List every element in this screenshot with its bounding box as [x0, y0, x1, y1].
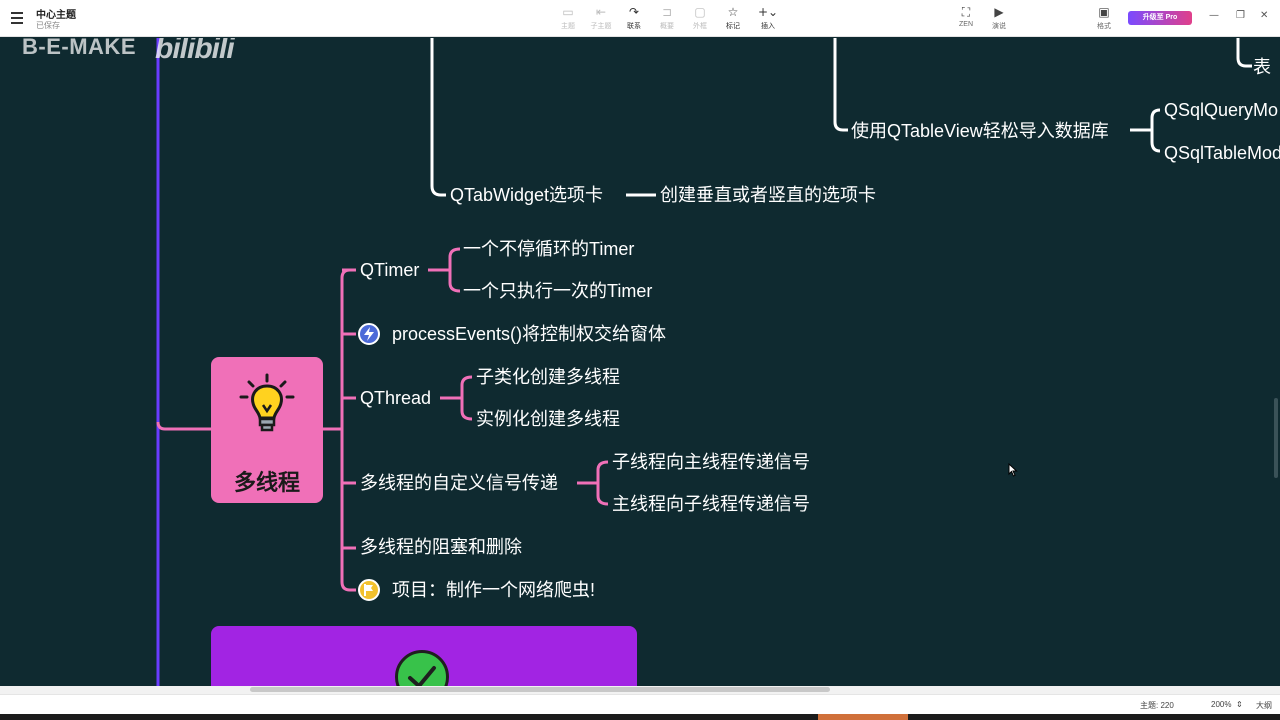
flag-icon [358, 579, 380, 601]
uploader-watermark: B-E-MAKE [22, 38, 136, 59]
node-block-delete[interactable]: 多线程的阻塞和删除 [360, 536, 522, 558]
minimize-icon[interactable]: — [1209, 10, 1219, 21]
toolbar: 中心主题 已保存 ▭ 主题 ⇤ 子主题 ↷ 联系 ⊐ 概要 ▢ 外框 ☆ 标记 … [0, 0, 1280, 37]
present-button[interactable]: ▶ 演说 [979, 5, 1019, 31]
bilibili-logo: bilibili [155, 38, 235, 65]
node-signal-main-to-child[interactable]: 主线程向子线程传递信号 [612, 493, 810, 515]
save-status: 已保存 [36, 21, 60, 30]
vertical-scrollbar[interactable] [1274, 398, 1278, 478]
node-tab-widget-desc[interactable]: 创建垂直或者竖直的选项卡 [660, 184, 876, 206]
present-icon: ▶ [994, 5, 1004, 19]
node-qtimer-once[interactable]: 一个只执行一次的Timer [463, 280, 652, 302]
node-signal-child-to-main[interactable]: 子线程向主线程传递信号 [612, 451, 810, 473]
zoom-level[interactable]: 200% [1211, 700, 1231, 709]
node-qtimer-loop[interactable]: 一个不停循环的Timer [463, 238, 634, 260]
node-qtimer[interactable]: QTimer [360, 259, 419, 281]
star-icon: ☆ [727, 5, 739, 19]
taskbar-active-app[interactable] [818, 714, 908, 720]
node-project-crawler[interactable]: 项目：制作一个网络爬虫! [392, 579, 595, 601]
format-panel-button[interactable]: ▣ 格式 [1084, 5, 1124, 31]
tool-insert-button[interactable]: +⌄ 插入 [748, 5, 788, 31]
menu-icon[interactable] [8, 9, 26, 27]
node-sql-table-model[interactable]: QSqlTableMod [1164, 142, 1280, 164]
tool-marker-button[interactable]: ☆ 标记 [713, 5, 753, 31]
node-custom-signal[interactable]: 多线程的自定义信号传递 [360, 472, 558, 494]
central-topic-title: 多线程 [233, 470, 300, 495]
restore-icon[interactable]: ❐ [1236, 10, 1245, 21]
node-qthread[interactable]: QThread [360, 387, 431, 409]
horizontal-scrollbar-thumb[interactable] [250, 687, 830, 692]
clipped-node-text[interactable]: 表 [1253, 56, 1271, 78]
plus-icon: +⌄ [757, 5, 779, 19]
status-bar: 主题: 220 200% ⇕ 大纲 [0, 694, 1280, 714]
os-taskbar [0, 714, 1280, 720]
mouse-cursor-icon [1008, 463, 1018, 477]
outline-button[interactable]: 大纲 [1256, 700, 1272, 711]
node-sql-query-model[interactable]: QSqlQueryMo [1164, 99, 1278, 121]
lightbulb-icon [239, 373, 295, 432]
zoom-stepper-icon[interactable]: ⇕ [1236, 700, 1243, 709]
lightning-icon [358, 323, 380, 345]
central-topic-card[interactable]: 多线程 [211, 357, 323, 503]
document-title: 中心主题 [36, 10, 76, 21]
topic-count: 主题: 220 [1140, 701, 1174, 710]
checkmark-icon [395, 650, 449, 686]
node-tab-widget[interactable]: QTabWidget选项卡 [450, 184, 603, 206]
upgrade-pro-button[interactable]: 升级至 Pro [1128, 11, 1192, 25]
node-qthread-instance[interactable]: 实例化创建多线程 [476, 408, 620, 430]
node-process-events[interactable]: processEvents()将控制权交给窗体 [392, 323, 666, 345]
mindmap-canvas[interactable]: B-E-MAKE bilibili 表 使用QTableView轻松导入数据库 … [0, 38, 1280, 686]
node-qthread-subclass[interactable]: 子类化创建多线程 [476, 366, 620, 388]
format-icon: ▣ [1098, 5, 1110, 19]
horizontal-scrollbar[interactable] [0, 686, 1280, 694]
node-db-import[interactable]: 使用QTableView轻松导入数据库 [851, 120, 1109, 142]
close-icon[interactable]: ✕ [1260, 10, 1268, 21]
